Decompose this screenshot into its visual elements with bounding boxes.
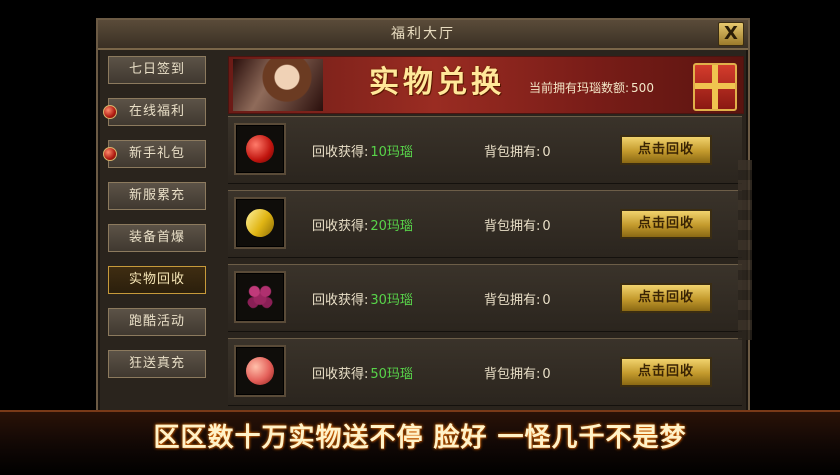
reward-text: 回收获得: 20玛瑙 <box>312 215 413 234</box>
character-portrait <box>233 59 323 111</box>
close-button[interactable]: X <box>718 22 744 46</box>
reward-value: 20玛瑙 <box>370 219 413 234</box>
sidebar-item-label: 狂送真充 <box>128 356 185 371</box>
notification-dot-icon <box>103 105 117 119</box>
banana-icon <box>243 206 277 240</box>
sidebar-item-online-welfare[interactable]: 在线福利 <box>103 98 206 126</box>
sidebar-item-seven-day-signin[interactable]: 七日签到 <box>108 56 206 84</box>
promo-caption: 区区数十万实物送不停 脸好 一怪几千不是梦 <box>153 423 687 453</box>
side-decoration <box>738 160 752 340</box>
item-slot[interactable] <box>234 197 286 249</box>
peach-icon <box>246 357 274 385</box>
gift-box-icon <box>693 63 737 111</box>
inventory-count: 0 <box>542 293 551 308</box>
recycle-label: 回收获得: <box>312 219 369 234</box>
notification-dot-icon <box>103 147 117 161</box>
item-slot[interactable] <box>234 271 286 323</box>
recycle-button[interactable]: 点击回收 <box>620 357 712 387</box>
sidebar-item-real-recharge[interactable]: 狂送真充 <box>108 350 206 378</box>
recycle-label: 回收获得: <box>312 367 369 382</box>
inventory-count: 0 <box>542 367 551 382</box>
inventory-text: 背包拥有: 0 <box>484 215 551 234</box>
reward-text: 回收获得: 10玛瑙 <box>312 141 413 160</box>
sidebar-item-label: 新服累充 <box>128 188 185 203</box>
sidebar-item-physical-recycle[interactable]: 实物回收 <box>108 266 206 294</box>
balance-label: 当前拥有玛瑙数额: <box>529 81 630 95</box>
sidebar-item-newbie-gift[interactable]: 新手礼包 <box>103 140 206 168</box>
sidebar-item-label: 新手礼包 <box>128 146 185 161</box>
inventory-text: 背包拥有: 0 <box>484 141 551 160</box>
inventory-text: 背包拥有: 0 <box>484 363 551 382</box>
apple-icon <box>246 135 274 163</box>
recycle-label: 回收获得: <box>312 145 369 160</box>
recycle-button[interactable]: 点击回收 <box>620 209 712 239</box>
sidebar-item-label: 装备首爆 <box>128 230 185 245</box>
sidebar-item-label: 在线福利 <box>128 104 185 119</box>
inventory-label: 背包拥有: <box>484 293 541 308</box>
reward-value: 30玛瑙 <box>370 293 413 308</box>
reward-text: 回收获得: 30玛瑙 <box>312 289 413 308</box>
sidebar-item-parkour-event[interactable]: 跑酷活动 <box>108 308 206 336</box>
sidebar-item-label: 实物回收 <box>128 272 185 287</box>
reward-value: 50玛瑙 <box>370 367 413 382</box>
inventory-label: 背包拥有: <box>484 367 541 382</box>
exchange-banner: 实物兑换 当前拥有玛瑙数额: 500 <box>228 56 744 114</box>
list-item: 回收获得: 20玛瑙 背包拥有: 0 点击回收 <box>228 190 742 258</box>
banner-title: 实物兑换 <box>369 65 505 100</box>
inventory-count: 0 <box>542 219 551 234</box>
welfare-hall-window: 福利大厅 X 七日签到 在线福利 新手礼包 新服累充 装备首爆 实物回收 跑酷活… <box>96 18 750 422</box>
sidebar-item-label: 跑酷活动 <box>128 314 185 329</box>
titlebar: 福利大厅 X <box>98 20 748 50</box>
list-item: 回收获得: 10玛瑙 背包拥有: 0 点击回收 <box>228 116 742 184</box>
recycle-list: 回收获得: 10玛瑙 背包拥有: 0 点击回收 回收获得: 20玛瑙 背包拥有: 0 点… <box>228 116 742 416</box>
recycle-button[interactable]: 点击回收 <box>620 135 712 165</box>
sidebar-item-new-server-recharge[interactable]: 新服累充 <box>108 182 206 210</box>
window-title: 福利大厅 <box>391 26 455 42</box>
grape-icon <box>246 283 274 311</box>
item-slot[interactable] <box>234 123 286 175</box>
item-slot[interactable] <box>234 345 286 397</box>
sidebar-item-equipment-first-drop[interactable]: 装备首爆 <box>108 224 206 252</box>
agate-balance: 当前拥有玛瑙数额: 500 <box>529 79 654 96</box>
inventory-label: 背包拥有: <box>484 145 541 160</box>
recycle-button[interactable]: 点击回收 <box>620 283 712 313</box>
recycle-label: 回收获得: <box>312 293 369 308</box>
sidebar-item-label: 七日签到 <box>128 62 185 77</box>
reward-text: 回收获得: 50玛瑙 <box>312 363 413 382</box>
inventory-count: 0 <box>542 145 551 160</box>
sidebar-nav: 七日签到 在线福利 新手礼包 新服累充 装备首爆 实物回收 跑酷活动 狂送真充 <box>103 56 210 392</box>
balance-value: 500 <box>631 81 654 95</box>
list-item: 回收获得: 30玛瑙 背包拥有: 0 点击回收 <box>228 264 742 332</box>
inventory-text: 背包拥有: 0 <box>484 289 551 308</box>
inventory-label: 背包拥有: <box>484 219 541 234</box>
list-item: 回收获得: 50玛瑙 背包拥有: 0 点击回收 <box>228 338 742 406</box>
reward-value: 10玛瑙 <box>370 145 413 160</box>
